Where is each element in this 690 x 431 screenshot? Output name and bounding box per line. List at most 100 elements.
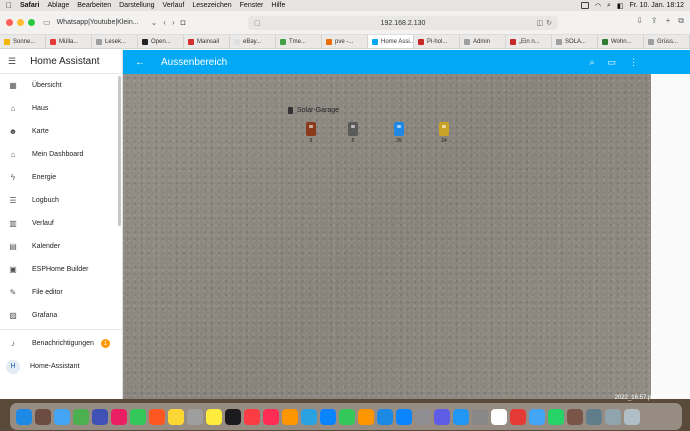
menu-bearbeiten[interactable]: Bearbeiten [77,2,111,9]
more-vert-icon[interactable]: ⋮ [629,57,638,68]
dock-app-icon[interactable] [168,408,184,425]
minimize-window-button[interactable] [17,19,24,26]
dock-app-icon[interactable] [510,408,526,425]
dock-app-icon[interactable] [586,408,602,425]
tab-item[interactable]: Pi-hol... [414,35,460,48]
sidebar-item-karte[interactable]: ☻ Karte [0,120,122,143]
dock-app-icon[interactable] [225,408,241,425]
tab-item[interactable]: eBay... [230,35,276,48]
sidebar-item-übersicht[interactable]: ▦ Übersicht [0,74,122,97]
zoom-window-button[interactable] [28,19,35,26]
sidebar-item-esphome-builder[interactable]: ▣ ESPHome Builder [0,258,122,281]
menu-ablage[interactable]: Ablage [47,2,69,9]
desktop-file-label[interactable]: 2022_16.57.pfx [615,395,656,401]
tab-item[interactable]: Lesek... [92,35,138,48]
dock-app-icon[interactable] [35,408,51,425]
sidebar-scrollbar[interactable] [118,76,121,226]
sidebar-item-notifications[interactable]: ♪ Benachrichtigungen 1 [0,332,122,355]
dock-app-icon[interactable] [358,408,374,425]
tab-item[interactable]: Müllа... [46,35,92,48]
dock-app-icon[interactable] [16,408,32,425]
sidebar-item-file-editor[interactable]: ✎ File editor [0,281,122,304]
translate-icon[interactable]: ◫ [537,19,544,27]
reload-icon[interactable]: ↻ [546,19,552,27]
shield-icon[interactable]: ◘ [181,18,186,27]
dock-app-icon[interactable] [320,408,336,425]
new-tab-icon[interactable]: + [666,16,671,26]
dock-app-icon[interactable] [130,408,146,425]
menu-icon[interactable]: ☰ [8,56,16,67]
dock-app-icon[interactable] [472,408,488,425]
close-window-button[interactable] [6,19,13,26]
address-bar[interactable]: ▢ 192.168.2.130 ◫ ↻ [248,16,558,30]
apple-icon[interactable]:  [6,1,12,10]
sidebar-item-verlauf[interactable]: ▥ Verlauf [0,212,122,235]
tab-item[interactable]: SOLA... [552,35,598,48]
dock-app-icon[interactable] [624,408,640,425]
dock-app-icon[interactable] [529,408,545,425]
chevron-down-icon[interactable]: ⌄ [151,18,158,27]
menu-darstellung[interactable]: Darstellung [119,2,154,9]
dock-app-icon[interactable] [339,408,355,425]
download-icon[interactable]: ⇩ [636,16,643,26]
control-center-icon[interactable]: ◧ [617,2,624,10]
search-icon[interactable]: ⌕ [589,57,594,68]
dock-app-icon[interactable] [111,408,127,425]
dock-app-icon[interactable] [73,408,89,425]
dock-app-icon[interactable] [453,408,469,425]
dock-app-icon[interactable] [396,408,412,425]
back-icon[interactable]: ‹ [163,18,166,27]
tab-item[interactable]: Wohn... [598,35,644,48]
dock-app-icon[interactable] [149,408,165,425]
sidebar-item-mein-dashboard[interactable]: ⌂ Mein Dashboard [0,143,122,166]
entity-badge-2[interactable]: 5 [345,122,361,144]
sidebar-item-haus[interactable]: ⌂ Haus [0,97,122,120]
menu-hilfe[interactable]: Hilfe [271,2,285,9]
battery-icon[interactable] [580,2,589,9]
entity-badge-1[interactable]: 9 [303,122,319,144]
tab-item[interactable]: Open... [138,35,184,48]
dock-app-icon[interactable] [548,408,564,425]
dock-app-icon[interactable] [92,408,108,425]
tab-item[interactable]: Tme... [276,35,322,48]
dock-app-icon[interactable] [187,408,203,425]
dock-app-icon[interactable] [567,408,583,425]
dock-app-icon[interactable] [282,408,298,425]
dock-app-icon[interactable] [263,408,279,425]
assist-icon[interactable]: ▭ [607,57,616,68]
dock-app-icon[interactable] [377,408,393,425]
menu-safari[interactable]: Safari [20,2,39,9]
dock-app-icon[interactable] [491,408,507,425]
dock-app-icon[interactable] [244,408,260,425]
tab-overview-icon[interactable]: ⧉ [678,16,684,26]
menu-verlauf[interactable]: Verlauf [163,2,185,9]
dock-app-icon[interactable] [206,408,222,425]
tab-item[interactable]: Sonne... [0,35,46,48]
sidebar-toggle-icon[interactable]: ▭ [43,18,51,27]
sidebar-item-user[interactable]: H Home-Assistant [0,355,122,378]
tab-item[interactable]: Grüss... [644,35,690,48]
dock-app-icon[interactable] [54,408,70,425]
entity-badge-4[interactable]: 24 [436,122,452,144]
url-text[interactable]: 192.168.2.130 [381,20,426,27]
search-icon[interactable]: ⌕ [607,2,611,10]
tab-group-selector[interactable]: Whatsapp|Youtube|Klein... [57,19,139,26]
menu-lesezeichen[interactable]: Lesezeichen [192,2,231,9]
tab-item[interactable]: pve -... [322,35,368,48]
tab-item[interactable]: Home Assi... [368,35,414,48]
dock-app-icon[interactable] [301,408,317,425]
clock[interactable]: Fr. 10. Jan. 18:12 [630,2,684,9]
wifi-icon[interactable]: ◠ [595,2,601,10]
sidebar-item-logbuch[interactable]: ☰ Logbuch [0,189,122,212]
sidebar-item-grafana[interactable]: ▨ Grafana [0,304,122,327]
dock-app-icon[interactable] [605,408,621,425]
sidebar-item-kalender[interactable]: ▤ Kalender [0,235,122,258]
dock-app-icon[interactable] [434,408,450,425]
tab-item[interactable]: Admin [460,35,506,48]
tab-item[interactable]: „Ein n... [506,35,552,48]
sidebar-item-energie[interactable]: ϟ Energie [0,166,122,189]
tab-item[interactable]: Mainsail [184,35,230,48]
entity-badge-3[interactable]: 26 [391,122,407,144]
dock-app-icon[interactable] [415,408,431,425]
share-icon[interactable]: ⇪ [651,16,658,26]
